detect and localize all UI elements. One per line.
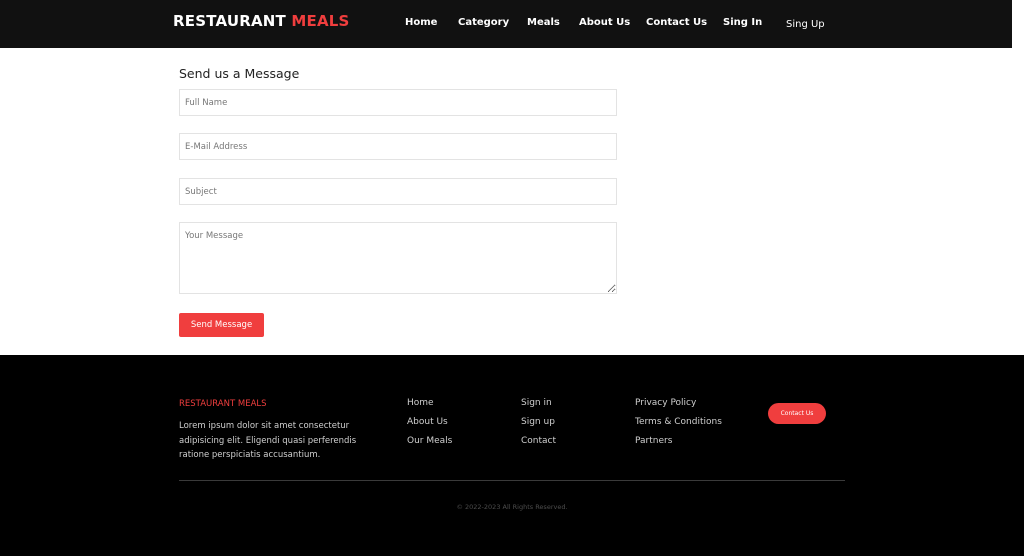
copyright: © 2022-2023 All Rights Reserved.	[456, 503, 568, 511]
email-input[interactable]	[179, 133, 617, 160]
site-header: RESTAURANT MEALS Home Category Meals Abo…	[0, 0, 1012, 48]
nav-meals[interactable]: Meals	[527, 17, 560, 28]
footer-link-partners[interactable]: Partners	[635, 436, 672, 446]
message-textarea[interactable]	[179, 222, 617, 294]
footer-description: Lorem ipsum dolor sit amet consectetur a…	[179, 421, 357, 460]
send-message-button[interactable]: Send Message	[179, 313, 264, 337]
nav-contact-us[interactable]: Contact Us	[646, 17, 707, 28]
brand-accent: MEALS	[291, 12, 350, 30]
brand-primary: RESTAURANT	[173, 12, 286, 30]
footer-link-terms[interactable]: Terms & Conditions	[635, 417, 722, 427]
full-name-input[interactable]	[179, 89, 617, 116]
footer-link-contact[interactable]: Contact	[521, 436, 556, 446]
nav-sign-up[interactable]: Sing Up	[786, 19, 825, 30]
footer-divider	[179, 480, 845, 481]
footer-contact-button[interactable]: Contact Us	[768, 403, 826, 424]
footer-link-home[interactable]: Home	[407, 398, 434, 408]
brand-logo[interactable]: RESTAURANT MEALS	[173, 12, 350, 30]
footer-brand: RESTAURANT MEALS	[179, 399, 267, 409]
nav-category[interactable]: Category	[458, 17, 509, 28]
footer-link-our-meals[interactable]: Our Meals	[407, 436, 452, 446]
form-title: Send us a Message	[179, 66, 300, 81]
nav-home[interactable]: Home	[405, 17, 437, 28]
subject-input[interactable]	[179, 178, 617, 205]
header-edge	[1012, 0, 1024, 48]
nav-sign-in[interactable]: Sing In	[723, 17, 762, 28]
footer-link-sign-in[interactable]: Sign in	[521, 398, 552, 408]
footer-link-about-us[interactable]: About Us	[407, 417, 448, 427]
nav-about-us[interactable]: About Us	[579, 17, 630, 28]
footer-link-sign-up[interactable]: Sign up	[521, 417, 555, 427]
site-footer: RESTAURANT MEALS Lorem ipsum dolor sit a…	[0, 355, 1024, 556]
footer-link-privacy-policy[interactable]: Privacy Policy	[635, 398, 696, 408]
